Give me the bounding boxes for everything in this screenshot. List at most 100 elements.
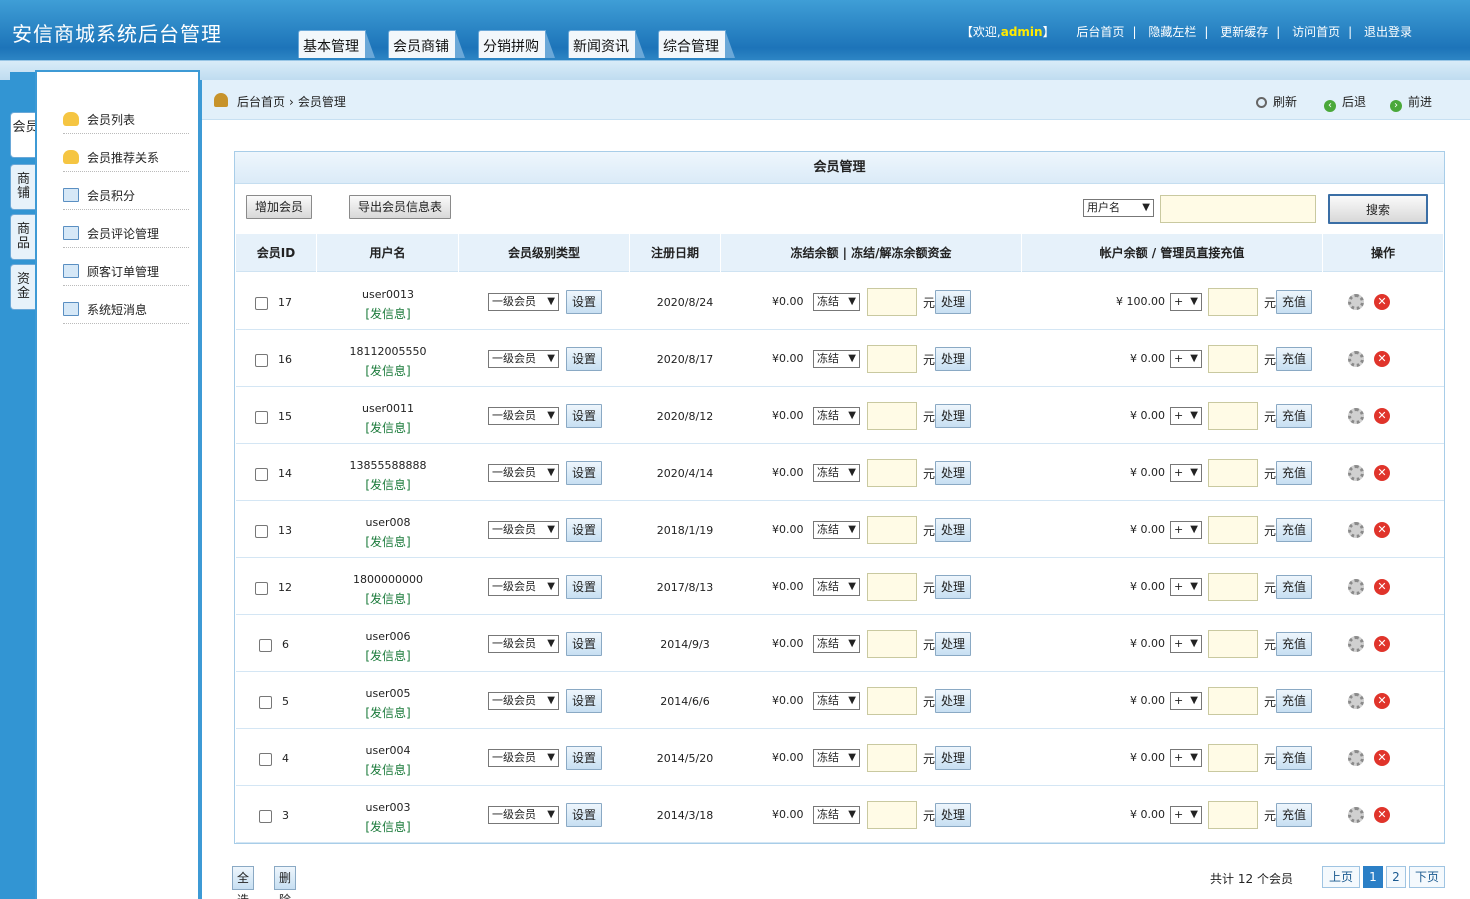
- delete-icon[interactable]: ✕: [1374, 636, 1390, 652]
- gear-icon[interactable]: [1348, 750, 1364, 766]
- process-button[interactable]: 处理: [935, 461, 972, 485]
- recharge-button[interactable]: 充值: [1276, 461, 1313, 485]
- freeze-select[interactable]: 冻结 ▼: [813, 635, 860, 653]
- row-checkbox[interactable]: [259, 810, 272, 823]
- freeze-amount-input[interactable]: [867, 402, 917, 430]
- freeze-amount-input[interactable]: [867, 630, 917, 658]
- send-message-link[interactable]: [发信息]: [318, 818, 458, 835]
- freeze-select[interactable]: 冻结 ▼: [813, 293, 860, 311]
- recharge-amount-input[interactable]: [1208, 801, 1258, 829]
- freeze-amount-input[interactable]: [867, 687, 917, 715]
- row-checkbox[interactable]: [255, 411, 268, 424]
- recharge-sign-select[interactable]: + ▼: [1170, 293, 1202, 311]
- recharge-amount-input[interactable]: [1208, 744, 1258, 772]
- level-select[interactable]: 一级会员 ▼: [488, 293, 559, 311]
- recharge-button[interactable]: 充值: [1276, 404, 1313, 428]
- recharge-sign-select[interactable]: + ▼: [1170, 806, 1202, 824]
- level-select[interactable]: 一级会员 ▼: [488, 407, 559, 425]
- link-hide-left[interactable]: 隐藏左栏: [1148, 25, 1196, 39]
- forward-button[interactable]: › 前进: [1390, 93, 1432, 112]
- recharge-button[interactable]: 充值: [1276, 347, 1313, 371]
- row-checkbox[interactable]: [259, 639, 272, 652]
- freeze-amount-input[interactable]: [867, 744, 917, 772]
- level-select[interactable]: 一级会员 ▼: [488, 749, 559, 767]
- gear-icon[interactable]: [1348, 636, 1364, 652]
- recharge-button[interactable]: 充值: [1276, 632, 1313, 656]
- freeze-select[interactable]: 冻结 ▼: [813, 692, 860, 710]
- recharge-sign-select[interactable]: + ▼: [1170, 521, 1202, 539]
- freeze-select[interactable]: 冻结 ▼: [813, 407, 860, 425]
- row-checkbox[interactable]: [255, 525, 268, 538]
- recharge-amount-input[interactable]: [1208, 459, 1258, 487]
- level-select[interactable]: 一级会员 ▼: [488, 692, 559, 710]
- recharge-amount-input[interactable]: [1208, 402, 1258, 430]
- recharge-amount-input[interactable]: [1208, 573, 1258, 601]
- add-member-button[interactable]: 增加会员: [246, 195, 313, 219]
- sidebar-item-messages[interactable]: 系统短消息: [63, 298, 189, 324]
- sidebar-item-points[interactable]: 会员积分: [63, 184, 189, 210]
- freeze-amount-input[interactable]: [867, 345, 917, 373]
- sidebar-item-comments[interactable]: 会员评论管理: [63, 222, 189, 248]
- gear-icon[interactable]: [1348, 408, 1364, 424]
- process-button[interactable]: 处理: [935, 575, 972, 599]
- level-select[interactable]: 一级会员 ▼: [488, 521, 559, 539]
- recharge-button[interactable]: 充值: [1276, 803, 1313, 827]
- level-select[interactable]: 一级会员 ▼: [488, 578, 559, 596]
- process-button[interactable]: 处理: [935, 746, 972, 770]
- gear-icon[interactable]: [1348, 579, 1364, 595]
- recharge-amount-input[interactable]: [1208, 345, 1258, 373]
- freeze-select[interactable]: 冻结 ▼: [813, 521, 860, 539]
- row-checkbox[interactable]: [255, 582, 268, 595]
- set-level-button[interactable]: 设置: [566, 290, 603, 314]
- recharge-sign-select[interactable]: + ▼: [1170, 749, 1202, 767]
- search-field-select[interactable]: 用户名 ▼: [1083, 199, 1154, 217]
- delete-icon[interactable]: ✕: [1374, 465, 1390, 481]
- delete-icon[interactable]: ✕: [1374, 294, 1390, 310]
- search-input[interactable]: [1160, 195, 1316, 223]
- delete-icon[interactable]: ✕: [1374, 807, 1390, 823]
- recharge-amount-input[interactable]: [1208, 687, 1258, 715]
- freeze-amount-input[interactable]: [867, 801, 917, 829]
- level-select[interactable]: 一级会员 ▼: [488, 635, 559, 653]
- tab-news[interactable]: 新闻资讯: [568, 30, 645, 58]
- recharge-sign-select[interactable]: + ▼: [1170, 635, 1202, 653]
- send-message-link[interactable]: [发信息]: [318, 533, 458, 550]
- freeze-select[interactable]: 冻结 ▼: [813, 806, 860, 824]
- set-level-button[interactable]: 设置: [566, 575, 603, 599]
- recharge-amount-input[interactable]: [1208, 288, 1258, 316]
- process-button[interactable]: 处理: [935, 347, 972, 371]
- link-update-cache[interactable]: 更新缓存: [1220, 25, 1268, 39]
- freeze-amount-input[interactable]: [867, 573, 917, 601]
- freeze-select[interactable]: 冻结 ▼: [813, 350, 860, 368]
- recharge-amount-input[interactable]: [1208, 516, 1258, 544]
- freeze-amount-input[interactable]: [867, 288, 917, 316]
- link-logout[interactable]: 退出登录: [1364, 25, 1412, 39]
- freeze-amount-input[interactable]: [867, 459, 917, 487]
- send-message-link[interactable]: [发信息]: [318, 761, 458, 778]
- breadcrumb-home[interactable]: 后台首页: [237, 95, 285, 109]
- level-select[interactable]: 一级会员 ▼: [488, 806, 559, 824]
- delete-icon[interactable]: ✕: [1374, 750, 1390, 766]
- prev-page-button[interactable]: 上页: [1322, 866, 1360, 888]
- set-level-button[interactable]: 设置: [566, 347, 603, 371]
- process-button[interactable]: 处理: [935, 803, 972, 827]
- sidebar-item-referral[interactable]: 会员推荐关系: [63, 146, 189, 172]
- recharge-button[interactable]: 充值: [1276, 575, 1313, 599]
- delete-icon[interactable]: ✕: [1374, 351, 1390, 367]
- send-message-link[interactable]: [发信息]: [318, 476, 458, 493]
- row-checkbox[interactable]: [259, 696, 272, 709]
- process-button[interactable]: 处理: [935, 404, 972, 428]
- level-select[interactable]: 一级会员 ▼: [488, 350, 559, 368]
- gear-icon[interactable]: [1348, 522, 1364, 538]
- delete-icon[interactable]: ✕: [1374, 579, 1390, 595]
- freeze-select[interactable]: 冻结 ▼: [813, 749, 860, 767]
- recharge-sign-select[interactable]: + ▼: [1170, 578, 1202, 596]
- recharge-button[interactable]: 充值: [1276, 689, 1313, 713]
- delete-icon[interactable]: ✕: [1374, 522, 1390, 538]
- row-checkbox[interactable]: [255, 354, 268, 367]
- process-button[interactable]: 处理: [935, 290, 972, 314]
- tab-distribution[interactable]: 分销拼购: [478, 30, 555, 58]
- link-visit-home[interactable]: 访问首页: [1292, 25, 1340, 39]
- delete-button[interactable]: 删除: [274, 866, 297, 899]
- recharge-amount-input[interactable]: [1208, 630, 1258, 658]
